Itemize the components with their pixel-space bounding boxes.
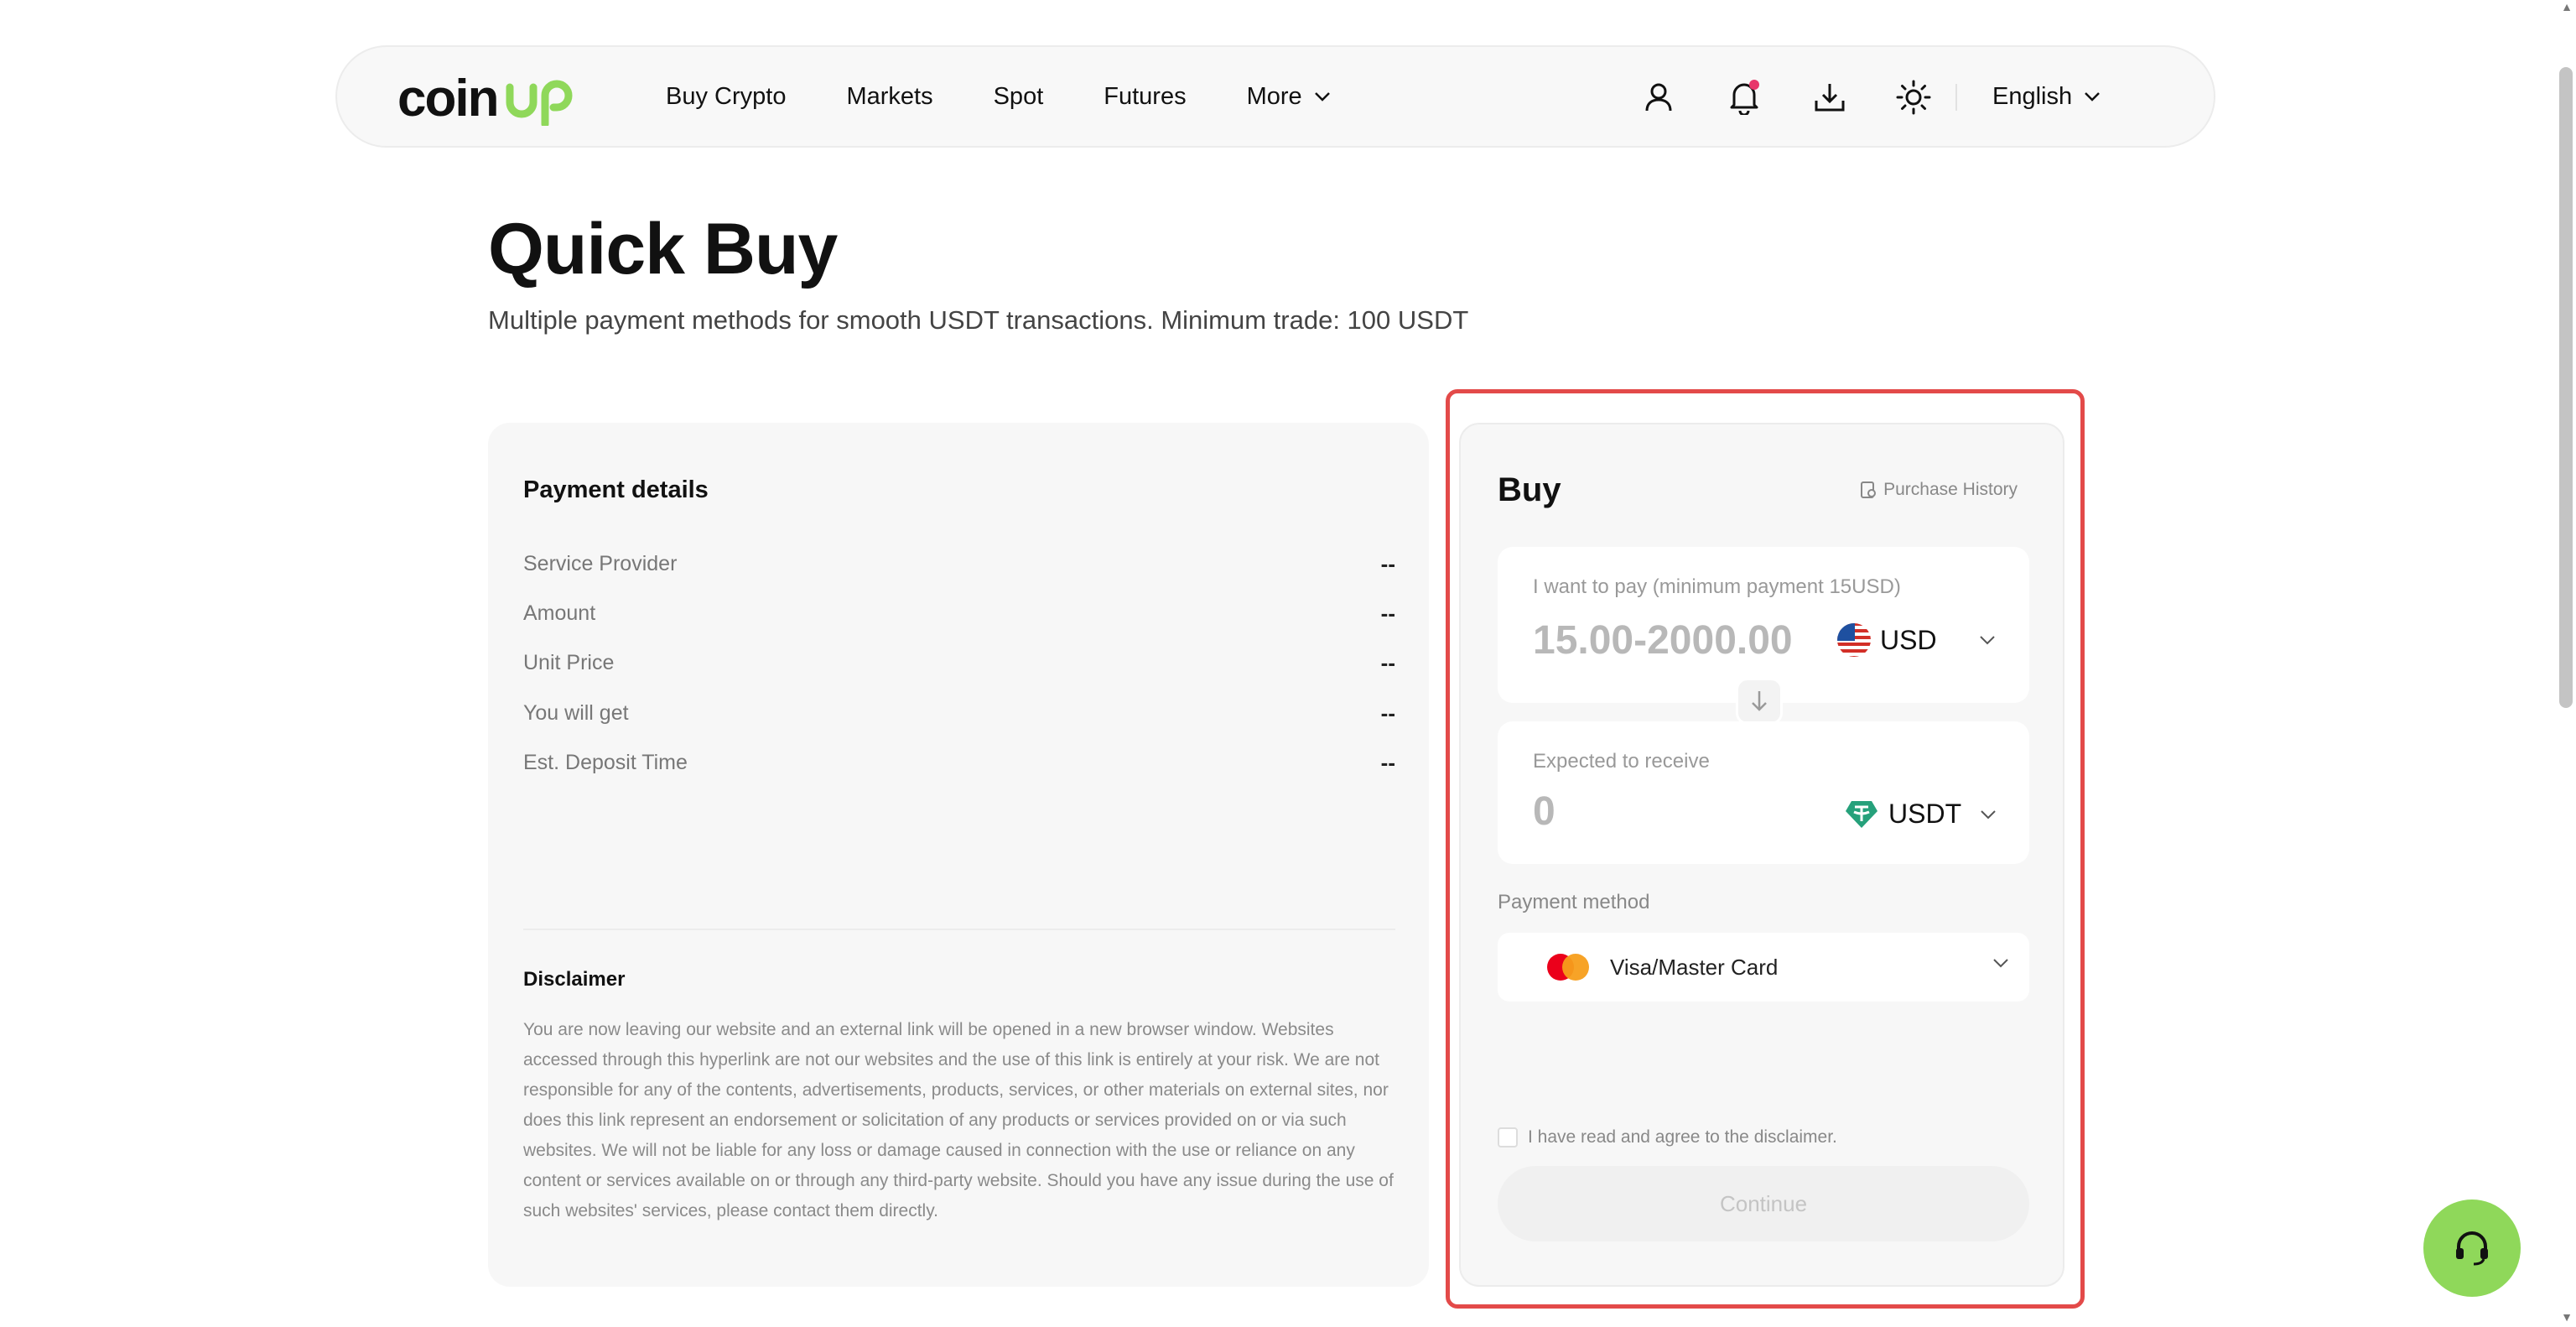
divider <box>523 929 1395 930</box>
chevron-down-icon <box>1979 636 1995 645</box>
detail-row-you-will-get: You will get -- <box>523 696 1395 730</box>
scrollbar-thumb[interactable] <box>2559 67 2573 708</box>
payment-method-label: Payment method <box>1498 891 1650 913</box>
nav-markets[interactable]: Markets <box>846 83 932 111</box>
pay-currency-selector[interactable]: USD <box>1836 622 1996 658</box>
chevron-down-icon <box>2085 92 2101 101</box>
detail-row-unit-price: Unit Price -- <box>523 646 1395 679</box>
scroll-down-arrow-icon[interactable]: ▼ <box>2560 1310 2573 1324</box>
chevron-down-icon <box>1981 809 1996 819</box>
detail-label: Amount <box>523 601 596 625</box>
detail-label: Est. Deposit Time <box>523 750 688 774</box>
receive-amount: 0 <box>1533 789 1555 834</box>
pay-amount-input[interactable] <box>1533 617 1835 664</box>
tether-icon <box>1846 800 1877 828</box>
top-navbar: coin Buy Crypto Markets Spot Futures Mor… <box>335 45 2215 148</box>
nav-futures-label: Futures <box>1104 82 1187 110</box>
continue-button[interactable]: Continue <box>1498 1166 2029 1241</box>
detail-value: -- <box>1380 600 1395 626</box>
detail-label: You will get <box>523 700 629 725</box>
disclaimer-title: Disclaimer <box>523 968 626 991</box>
detail-row-amount: Amount -- <box>523 596 1395 630</box>
swap-arrow-icon[interactable] <box>1736 678 1783 725</box>
us-flag-icon <box>1837 623 1871 657</box>
disclaimer-text: You are now leaving our website and an e… <box>523 1020 1394 1220</box>
nav-buy-crypto-label: Buy Crypto <box>666 82 787 110</box>
chevron-down-icon <box>1314 92 1330 101</box>
sun-icon[interactable] <box>1895 79 1932 116</box>
receive-currency-label: USDT <box>1888 799 1962 829</box>
receive-label: Expected to receive <box>1533 750 1710 773</box>
payment-method-name: Visa/Master Card <box>1610 954 1779 980</box>
detail-row-deposit-time: Est. Deposit Time -- <box>523 746 1395 779</box>
buy-title: Buy <box>1498 471 1561 508</box>
main-nav: Buy Crypto Markets Spot Futures More <box>666 47 1391 146</box>
nav-buy-crypto[interactable]: Buy Crypto <box>666 83 786 111</box>
detail-row-service-provider: Service Provider -- <box>523 547 1395 580</box>
receive-currency-selector[interactable]: USDT <box>1845 799 1997 830</box>
payment-method-selector[interactable]: Visa/Master Card <box>1498 933 2029 1002</box>
nav-markets-label: Markets <box>846 82 933 110</box>
page-title: Quick Buy <box>488 209 838 289</box>
headset-icon <box>2456 1231 2488 1266</box>
scroll-up-arrow-icon[interactable]: ▲ <box>2560 0 2573 13</box>
detail-label: Service Provider <box>523 551 678 575</box>
receive-box: Expected to receive 0 USDT <box>1498 721 2029 864</box>
agree-checkbox[interactable] <box>1498 1127 1518 1147</box>
payment-details-title: Payment details <box>523 476 709 503</box>
mastercard-icon <box>1547 954 1589 981</box>
agree-label: I have read and agree to the disclaimer. <box>1528 1127 1837 1147</box>
chevron-down-icon <box>1993 959 2008 968</box>
support-chat-button[interactable] <box>2423 1200 2521 1297</box>
bell-icon[interactable] <box>1726 79 1763 116</box>
detail-value: -- <box>1380 550 1395 576</box>
detail-value: -- <box>1380 749 1395 775</box>
pay-label: I want to pay (minimum payment 15USD) <box>1533 575 1901 598</box>
page-subtitle: Multiple payment methods for smooth USDT… <box>488 305 1469 335</box>
divider <box>1955 84 1957 111</box>
nav-futures[interactable]: Futures <box>1104 83 1186 111</box>
download-icon[interactable] <box>1811 79 1848 116</box>
detail-value: -- <box>1380 700 1395 726</box>
language-selector[interactable]: English <box>1992 47 2101 146</box>
payment-details-card: Payment details Service Provider -- Amou… <box>488 423 1429 1287</box>
nav-more[interactable]: More <box>1247 83 1331 111</box>
coinup-logo[interactable]: coin <box>397 72 582 126</box>
buy-card: Buy Purchase History I want to pay (mini… <box>1459 423 2064 1287</box>
pay-currency-label: USD <box>1880 624 1937 655</box>
detail-value: -- <box>1380 649 1395 675</box>
receipt-icon <box>1861 481 1877 498</box>
purchase-history-label: Purchase History <box>1883 480 2018 499</box>
user-icon[interactable] <box>1640 79 1677 116</box>
svg-text:coin: coin <box>397 72 497 126</box>
detail-label: Unit Price <box>523 650 615 674</box>
nav-more-label: More <box>1246 82 1302 110</box>
agree-disclaimer[interactable]: I have read and agree to the disclaimer. <box>1498 1127 1837 1147</box>
language-label: English <box>1992 82 2073 110</box>
nav-spot-label: Spot <box>993 82 1044 110</box>
nav-spot[interactable]: Spot <box>994 83 1044 111</box>
purchase-history-link[interactable]: Purchase History <box>1860 480 2018 500</box>
